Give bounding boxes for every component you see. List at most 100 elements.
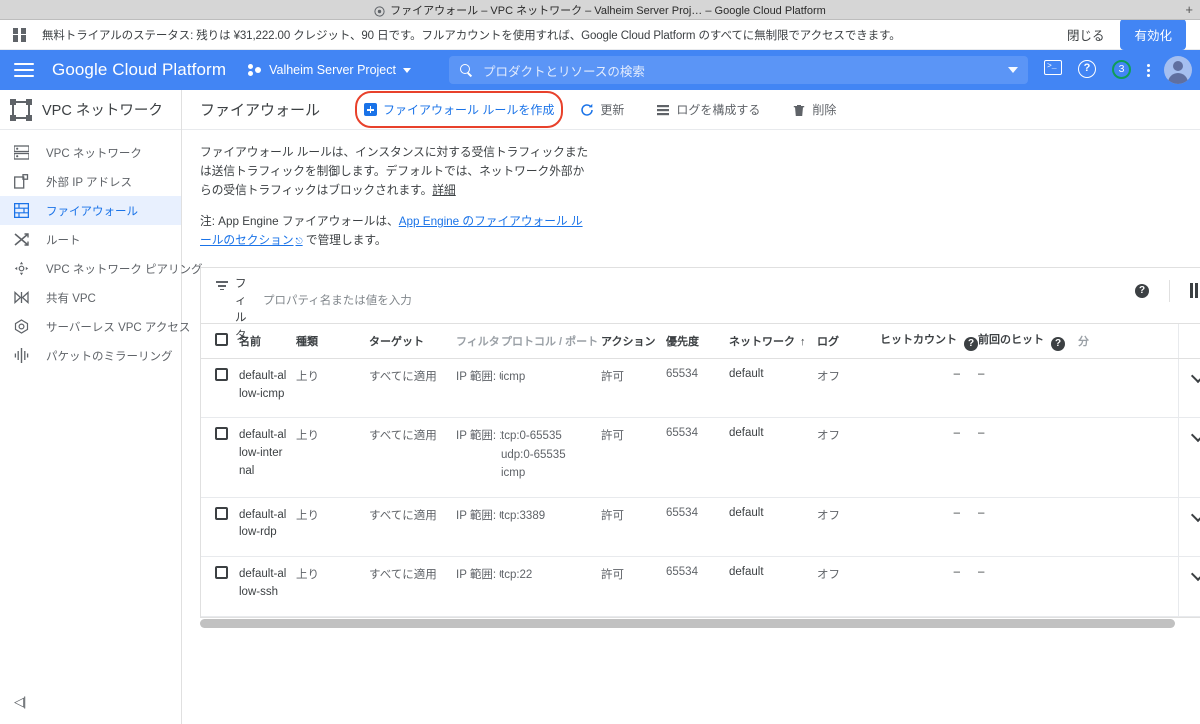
table-row[interactable]: default-allow-icmp 上り すべてに適用 IP 範囲: 0.0.… [201, 358, 1200, 419]
collapse-sidebar-button[interactable]: ◁| [14, 694, 26, 710]
column-header-last-hit[interactable]: 前回のヒット ? [978, 323, 1078, 359]
external-ip-icon [12, 173, 30, 191]
scrollbar-thumb[interactable] [200, 618, 1175, 628]
account-avatar[interactable] [1164, 56, 1192, 84]
cell-type: 上り [296, 497, 369, 558]
chevron-down-icon[interactable] [1008, 67, 1018, 73]
column-header-network-label: ネットワーク [729, 335, 795, 348]
filter-input[interactable]: プロパティ名または値を入力 [263, 292, 412, 308]
cell-filter: IP 範囲: 10.1: [456, 417, 501, 498]
row-checkbox[interactable] [215, 427, 228, 441]
chevron-down-icon[interactable] [1192, 507, 1200, 520]
table-row[interactable]: default-allow-rdp 上り すべてに適用 IP 範囲: 0.0.0… [201, 497, 1200, 558]
sidebar-item-label: パケットのミラーリング [46, 350, 173, 363]
cell-priority: 65534 [666, 497, 729, 558]
column-header-action[interactable]: アクション [601, 323, 666, 359]
cell-type: 上り [296, 556, 369, 617]
sidebar-item-list: VPC ネットワーク 外部 IP アドレス ファイアウォール ルート VPC ネ… [0, 130, 203, 370]
chevron-down-icon[interactable] [1192, 368, 1200, 381]
configure-logs-button[interactable]: ログを構成する [654, 97, 762, 122]
table-body: default-allow-icmp 上り すべてに適用 IP 範囲: 0.0.… [201, 358, 1200, 617]
delete-label: 削除 [812, 103, 837, 117]
cell-filter: IP 範囲: 0.0.0 [456, 358, 501, 419]
row-checkbox[interactable] [215, 367, 228, 381]
column-header-hit-count[interactable]: ヒットカウント ? [880, 323, 978, 359]
notifications-icon[interactable]: 3 [1112, 60, 1132, 80]
select-all-checkbox[interactable] [215, 332, 228, 346]
note-suffix: で管理します。 [302, 233, 387, 247]
cell-clipped [1078, 497, 1178, 558]
create-firewall-rule-button[interactable]: ファイアウォール ルールを作成 [362, 97, 556, 122]
dismiss-banner-button[interactable]: 閉じる [1067, 25, 1105, 44]
row-select-cell [201, 497, 239, 558]
sidebar-item-label: VPC ネットワーク ピアリング [46, 263, 203, 276]
vpc-network-icon [12, 144, 30, 162]
sidebar-item-packet-mirroring[interactable]: パケットのミラーリング [0, 341, 181, 370]
sidebar-item-routes[interactable]: ルート [0, 225, 181, 254]
column-header-clipped[interactable]: 分 [1078, 323, 1178, 359]
help-icon[interactable]: ? [1078, 60, 1098, 80]
firewall-rules-table: 名前 種類 ターゲット フィルタ プロトコル / ポート アクション 優先度 ネ… [201, 323, 1200, 617]
sidebar-item-external-ip[interactable]: 外部 IP アドレス [0, 167, 181, 196]
chevron-down-icon [402, 67, 411, 73]
shared-vpc-icon [12, 289, 30, 307]
cell-action: 許可 [601, 417, 666, 498]
cell-logs: オフ [817, 556, 880, 617]
note-prefix: 注: App Engine ファイアウォールは、 [200, 214, 399, 228]
cell-hit-count: – [880, 417, 978, 498]
last-hit-help-icon[interactable]: ? [1051, 336, 1066, 351]
cell-hit-count: – [880, 556, 978, 617]
cell-protocols: tcp:0-65535 udp:0-65535 icmp [501, 417, 601, 498]
plus-box-icon [364, 103, 378, 116]
sidebar-item-label: VPC ネットワーク [46, 147, 142, 160]
cell-last-hit: – [978, 358, 1078, 419]
peering-icon [12, 260, 30, 278]
chevron-down-icon[interactable] [1192, 427, 1200, 440]
project-selector[interactable]: Valheim Server Project [248, 63, 411, 77]
delete-button[interactable]: 削除 [790, 97, 838, 122]
table-row[interactable]: default-allow-ssh 上り すべてに適用 IP 範囲: 0.0.0… [201, 556, 1200, 617]
sort-ascending-icon: ↑ [800, 335, 806, 348]
cloud-shell-icon[interactable]: >_ [1044, 60, 1064, 80]
activate-account-button[interactable]: 有効化 [1120, 19, 1186, 50]
refresh-label: 更新 [600, 103, 625, 117]
cell-priority: 65534 [666, 556, 729, 617]
project-icon [248, 63, 262, 77]
column-header-network[interactable]: ネットワーク ↑ [729, 323, 817, 359]
sidebar-item-serverless-vpc-access[interactable]: サーバーレス VPC アクセス [0, 312, 190, 341]
cell-name: default-allow-icmp [239, 358, 296, 419]
sidebar-item-vpc-networks[interactable]: VPC ネットワーク [0, 138, 181, 167]
free-trial-banner: 無料トライアルのステータス: 残りは ¥31,222.00 クレジット、90 日… [0, 19, 1200, 50]
search-input[interactable]: プロダクトとリソースの検索 [448, 56, 1028, 84]
learn-more-link[interactable]: 詳細 [432, 184, 455, 197]
filter-help-icon[interactable]: ? [1135, 283, 1149, 298]
sidebar-item-firewall[interactable]: ファイアウォール [0, 196, 181, 225]
hit-count-help-icon[interactable]: ? [964, 336, 978, 351]
notification-count: 3 [1112, 60, 1131, 79]
hamburger-icon[interactable] [14, 63, 34, 77]
trial-message: 無料トライアルのステータス: 残りは ¥31,222.00 クレジット、90 日… [42, 29, 901, 42]
more-vert-icon[interactable] [1146, 61, 1150, 79]
horizontal-scrollbar[interactable] [200, 616, 1200, 629]
sidebar-item-shared-vpc[interactable]: 共有 VPC [0, 283, 181, 312]
table-row[interactable]: default-allow-internal 上り すべてに適用 IP 範囲: … [201, 417, 1200, 498]
chevron-down-icon[interactable] [1192, 566, 1200, 579]
new-tab-button[interactable]: + [1185, 3, 1193, 16]
row-select-cell [201, 417, 239, 498]
column-header-protocols-ports[interactable]: プロトコル / ポート [501, 323, 601, 359]
row-checkbox[interactable] [215, 506, 228, 520]
sidebar-item-vpc-peering[interactable]: VPC ネットワーク ピアリング [0, 254, 203, 283]
sidebar-item-label: 共有 VPC [46, 292, 96, 305]
cell-name: default-allow-rdp [239, 497, 296, 558]
column-settings-icon[interactable] [1190, 283, 1200, 299]
brand-title[interactable]: Google Cloud Platform [52, 60, 226, 80]
column-header-priority[interactable]: 優先度 [666, 323, 729, 359]
column-header-logs[interactable]: ログ [817, 323, 880, 359]
gift-icon [12, 27, 28, 43]
cell-last-hit: – [978, 497, 1078, 558]
cell-hit-count: – [880, 358, 978, 419]
content-empty-space [182, 629, 1200, 724]
refresh-button[interactable]: 更新 [578, 97, 626, 122]
row-checkbox[interactable] [215, 566, 228, 580]
column-header-filter[interactable]: フィルタ [456, 323, 501, 359]
